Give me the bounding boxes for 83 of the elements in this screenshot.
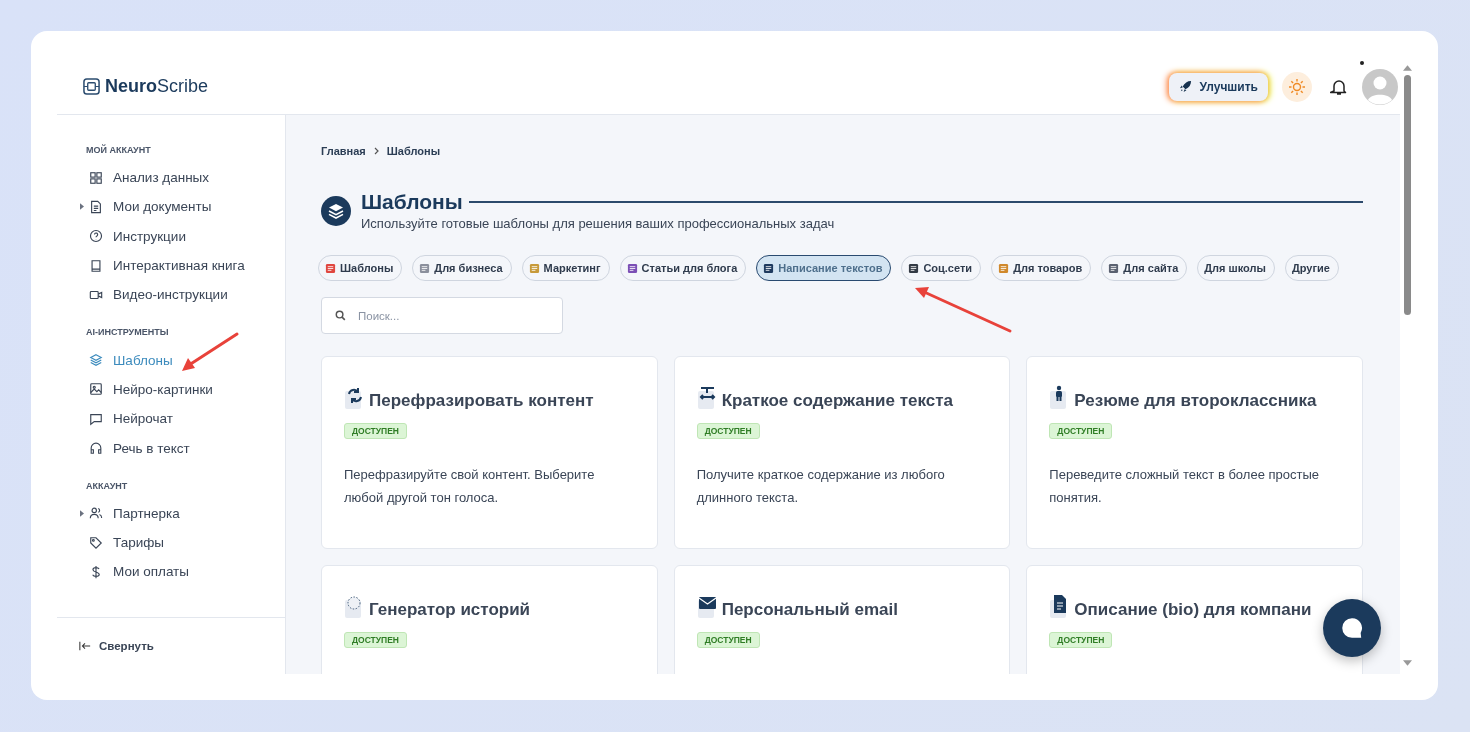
template-card[interactable]: Резюме для второклассника ДОСТУПЕН Переведите сложный текст в более простые понятия.	[1026, 356, 1363, 549]
chat-icon	[89, 411, 103, 426]
chevron-icon	[373, 147, 379, 155]
layers-icon	[321, 195, 351, 226]
dollar-icon	[89, 564, 103, 579]
upgrade-button[interactable]: Улучшить	[1168, 72, 1268, 101]
sidebar-item[interactable]: Нейрочат	[80, 404, 285, 434]
caret-icon	[80, 509, 84, 517]
category-tab[interactable]: Соц.сети	[901, 255, 982, 281]
breadcrumb-link[interactable]: Шаблоны	[386, 145, 441, 157]
status-badge: ДОСТУПЕН	[696, 632, 760, 648]
sidebar-item[interactable]: Нейро-картинки	[80, 374, 285, 405]
category-tab[interactable]: Написание текстов	[756, 255, 892, 281]
category-tab[interactable]: Шаблоны	[318, 255, 403, 281]
card-title: Краткое содержание текста	[721, 391, 953, 411]
card-description: Переведите сложный текст в более простые понятия.	[1049, 466, 1320, 507]
page-title: Шаблоны	[361, 190, 463, 214]
card-title: Перефразировать контент	[369, 391, 594, 411]
section-title: АККАУНТ	[86, 480, 129, 491]
logo-icon	[83, 78, 100, 95]
template-card[interactable]: Описание (bio) для компани ДОСТУПЕН	[1026, 565, 1363, 674]
users-icon	[89, 506, 103, 521]
category-tab[interactable]: Статьи для блога	[619, 255, 747, 281]
help-icon	[89, 229, 103, 244]
book-icon	[89, 258, 103, 273]
status-dot	[1360, 60, 1364, 65]
category-tab[interactable]: Другие	[1284, 255, 1339, 281]
category-tab[interactable]: Для товаров	[991, 255, 1092, 281]
search-icon	[335, 310, 346, 321]
template-card[interactable]: Краткое содержание текста ДОСТУПЕН Получите краткое содержание из любого длинного текста.	[673, 356, 1011, 549]
tag-icon	[89, 535, 103, 550]
template-card[interactable]: Генератор историй ДОСТУПЕН	[321, 565, 658, 674]
status-badge: ДОСТУПЕН	[1049, 632, 1113, 648]
card-title: Персональный email	[721, 600, 898, 620]
sidebar-item[interactable]: Партнерка	[80, 498, 285, 528]
card-description: Перефразируйте свой контент. Выберите любой другой тон голоса.	[344, 466, 596, 507]
search-field[interactable]: Поиск...	[321, 297, 563, 334]
collapse-button[interactable]: Свернуть	[57, 617, 285, 674]
arrow-drawing	[182, 332, 239, 371]
status-badge: ДОСТУПЕН	[344, 632, 407, 648]
sidebar-item[interactable]: Анализ данных	[80, 163, 285, 193]
card-title: Резюме для второклассника	[1074, 391, 1317, 411]
avatar-icon[interactable]	[1362, 68, 1398, 105]
sidebar-item[interactable]: Интерактивная книга	[80, 250, 285, 281]
mail-icon	[696, 594, 719, 620]
section-title: МОЙ АККАУНТ	[86, 145, 152, 155]
scrollbar-thumb[interactable]	[1403, 75, 1411, 315]
headphones-icon	[89, 441, 103, 455]
rocket-icon	[1178, 80, 1192, 93]
sidebar-item[interactable]: Видео-инструкции	[80, 280, 285, 310]
template-card[interactable]: Персональный email ДОСТУПЕН	[673, 565, 1011, 674]
section-title: AI-ИНСТРУМЕНТЫ	[86, 327, 170, 338]
category-tab[interactable]: Для бизнеса	[412, 255, 512, 281]
layers-icon	[89, 353, 103, 368]
category-tab[interactable]: Маркетинг	[521, 255, 610, 281]
grid-icon	[89, 170, 103, 185]
status-badge: ДОСТУПЕН	[1049, 423, 1113, 439]
collapse-icon	[79, 641, 91, 651]
sidebar-item[interactable]: Мои оплаты	[80, 557, 285, 587]
logo-text: NeuroScribe	[105, 76, 209, 97]
sidebar-item[interactable]: Мои документы	[80, 192, 285, 222]
sun-icon[interactable]	[1282, 71, 1312, 102]
scroll-up-icon[interactable]	[1402, 65, 1412, 71]
status-badge: ДОСТУПЕН	[344, 423, 407, 439]
bell-icon[interactable]	[1330, 77, 1348, 96]
category-tab[interactable]: Для сайта	[1101, 255, 1188, 281]
card-title: Описание (bio) для компани	[1074, 600, 1312, 620]
card-description: Получите краткое содержание из любого длинного текста.	[696, 466, 946, 507]
scroll-down-icon[interactable]	[1402, 660, 1412, 666]
page-subtitle: Используйте готовые шаблоны для решения ваших профессиональных задач	[361, 216, 836, 231]
template-card[interactable]: Перефразировать контент ДОСТУПЕН Перефразируйте свой контент. Выберите любой другой тон голоса.	[321, 356, 658, 549]
image-icon	[89, 382, 103, 397]
card-title: Генератор историй	[369, 600, 531, 620]
caret-icon	[80, 203, 84, 211]
chat-bubble-icon	[1339, 615, 1365, 641]
sidebar-item[interactable]: Шаблоны	[80, 345, 285, 375]
doc-icon	[89, 199, 103, 214]
breadcrumb-link[interactable]: Главная	[321, 145, 366, 157]
sidebar-item[interactable]: Инструкции	[80, 221, 285, 251]
status-badge: ДОСТУПЕН	[696, 423, 760, 439]
sidebar-item[interactable]: Тарифы	[80, 527, 285, 558]
category-tab[interactable]: Для школы	[1197, 255, 1275, 281]
sidebar-item[interactable]: Речь в текст	[80, 433, 285, 463]
